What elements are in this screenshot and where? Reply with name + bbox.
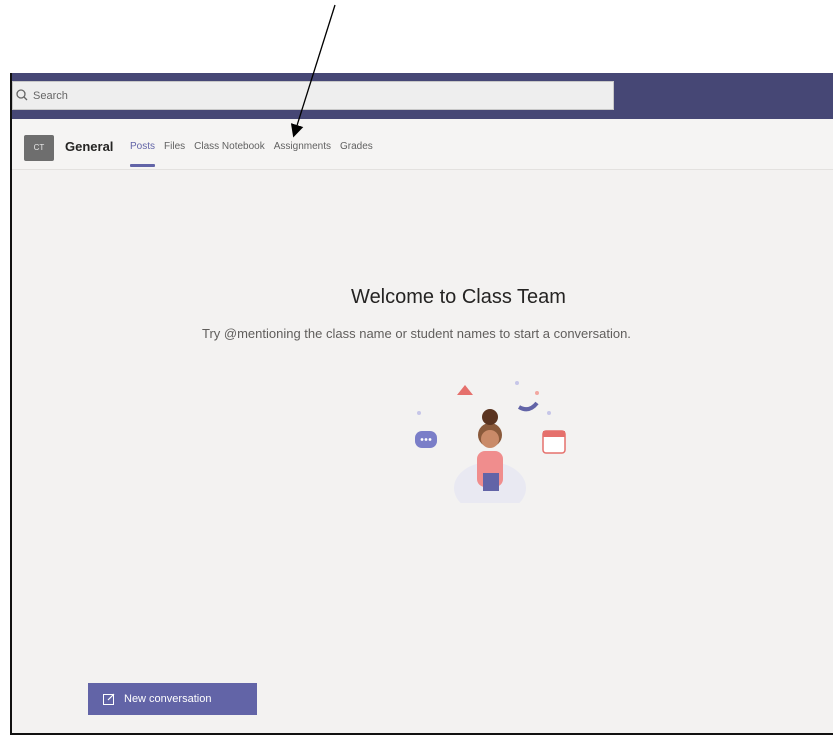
channel-header: CT General Posts Files Class Notebook As… (12, 119, 833, 170)
welcome-title: Welcome to Class Team (351, 286, 566, 308)
welcome-illustration (415, 381, 566, 503)
channel-tabs: Posts Files Class Notebook Assignments G… (130, 141, 382, 167)
bell-icon (457, 385, 473, 395)
tab-assignments[interactable]: Assignments (274, 141, 331, 152)
tab-posts[interactable]: Posts (130, 141, 156, 167)
channel-name: General (65, 139, 114, 154)
top-bar (12, 73, 833, 119)
search-icon (15, 88, 31, 104)
teams-window: CT General Posts Files Class Notebook As… (10, 73, 833, 735)
search-input[interactable] (31, 89, 595, 102)
phone-icon (517, 401, 539, 412)
welcome-subtitle: Try @mentioning the class name or studen… (202, 326, 631, 341)
compose-icon (102, 692, 116, 706)
new-conversation-label: New conversation (124, 693, 212, 705)
new-conversation-button[interactable]: New conversation (88, 683, 257, 715)
team-avatar[interactable]: CT (24, 135, 54, 161)
search-box[interactable] (12, 81, 614, 110)
tab-grades[interactable]: Grades (340, 141, 373, 152)
tab-files[interactable]: Files (164, 141, 185, 152)
tab-class-notebook[interactable]: Class Notebook (194, 141, 265, 152)
